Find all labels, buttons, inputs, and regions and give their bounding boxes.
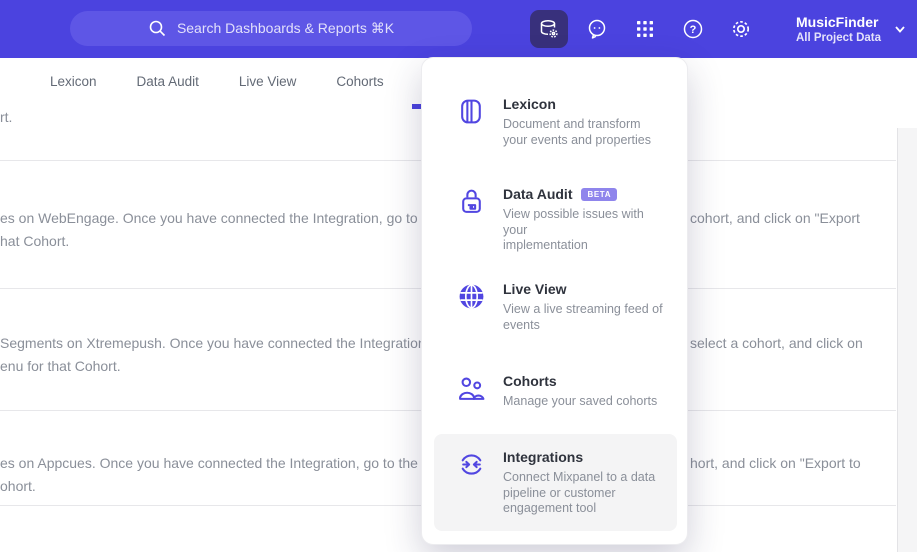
row-text-fragment: enu for that Cohort. [0, 358, 121, 374]
chevron-down-icon [893, 22, 907, 36]
menu-item-title: Integrations [503, 449, 584, 465]
settings-gear-icon[interactable] [722, 10, 760, 48]
menu-item-data-audit[interactable]: Data Audit BETA View possible issues wit… [434, 171, 677, 268]
project-scope: All Project Data [796, 31, 881, 44]
menu-item-description: Connect Mixpanel to a data pipeline or c… [503, 470, 656, 515]
list-row: es on Appcues. Once you have connected t… [0, 452, 434, 498]
list-row: es on WebEngage. Once you have connected… [0, 207, 441, 253]
row-text-fragment: select a cohort, and click on [690, 335, 863, 351]
data-management-icon[interactable] [530, 10, 568, 48]
menu-item-description: Document and transform your events and p… [503, 117, 652, 147]
menu-item-description: Manage your saved cohorts [503, 394, 658, 408]
menu-item-title: Data Audit [503, 186, 573, 202]
menu-item-description: View a live streaming feed of events [503, 302, 663, 332]
menu-item-live-view[interactable]: Live View View a live streaming feed of … [434, 266, 677, 347]
menu-item-title: Lexicon [503, 96, 556, 112]
tab-cohorts[interactable]: Cohorts [336, 74, 383, 89]
menu-item-description: View possible issues with your implement… [503, 207, 644, 252]
active-tab-indicator [412, 104, 421, 109]
row-text-fragment: rt. [0, 109, 13, 125]
row-text-fragment: es on Appcues. Once you have connected t… [0, 455, 434, 471]
tab-live-view[interactable]: Live View [239, 74, 297, 89]
cohorts-people-icon [457, 372, 486, 410]
row-text-fragment: ohort. [0, 478, 36, 494]
list-row: Segments on Xtremepush. Once you have co… [0, 332, 430, 378]
row-text-fragment: Segments on Xtremepush. Once you have co… [0, 335, 430, 351]
lock-audit-icon [457, 185, 486, 254]
header-icon-group: ? [530, 0, 760, 58]
menu-item-cohorts[interactable]: Cohorts Manage your saved cohorts [434, 358, 677, 424]
data-management-menu: Lexicon Document and transform your even… [421, 57, 688, 545]
project-name: MusicFinder [796, 13, 879, 30]
svg-text:?: ? [690, 24, 697, 36]
search-input[interactable]: Search Dashboards & Reports ⌘K [70, 11, 472, 46]
scroll-rail[interactable] [897, 128, 917, 552]
search-placeholder: Search Dashboards & Reports ⌘K [176, 20, 395, 36]
menu-item-title: Live View [503, 281, 567, 297]
menu-item-lexicon[interactable]: Lexicon Document and transform your even… [434, 81, 677, 162]
tab-lexicon[interactable]: Lexicon [50, 74, 97, 89]
tab-data-audit[interactable]: Data Audit [137, 74, 199, 89]
row-text-fragment: cohort, and click on "Export [690, 210, 860, 226]
app-window: rt. es on WebEngage. Once you have conne… [0, 0, 917, 552]
row-text-fragment: hat Cohort. [0, 233, 70, 249]
top-header: Search Dashboards & Reports ⌘K ? MusicFi… [0, 0, 917, 58]
globe-icon [457, 280, 486, 333]
feedback-icon[interactable] [578, 10, 616, 48]
project-switcher[interactable]: MusicFinder All Project Data [796, 0, 907, 58]
sync-arrows-icon [457, 448, 486, 517]
row-text-fragment: hort, and click on "Export to [690, 455, 861, 471]
book-icon [457, 95, 486, 148]
beta-badge: BETA [581, 187, 618, 201]
row-text-fragment: es on WebEngage. Once you have connected… [0, 210, 442, 226]
list-row: rt. [0, 106, 12, 129]
search-icon [148, 19, 167, 38]
menu-item-integrations[interactable]: Integrations Connect Mixpanel to a data … [434, 434, 677, 531]
help-icon[interactable]: ? [674, 10, 712, 48]
menu-item-title: Cohorts [503, 373, 557, 389]
apps-grid-icon[interactable] [626, 10, 664, 48]
